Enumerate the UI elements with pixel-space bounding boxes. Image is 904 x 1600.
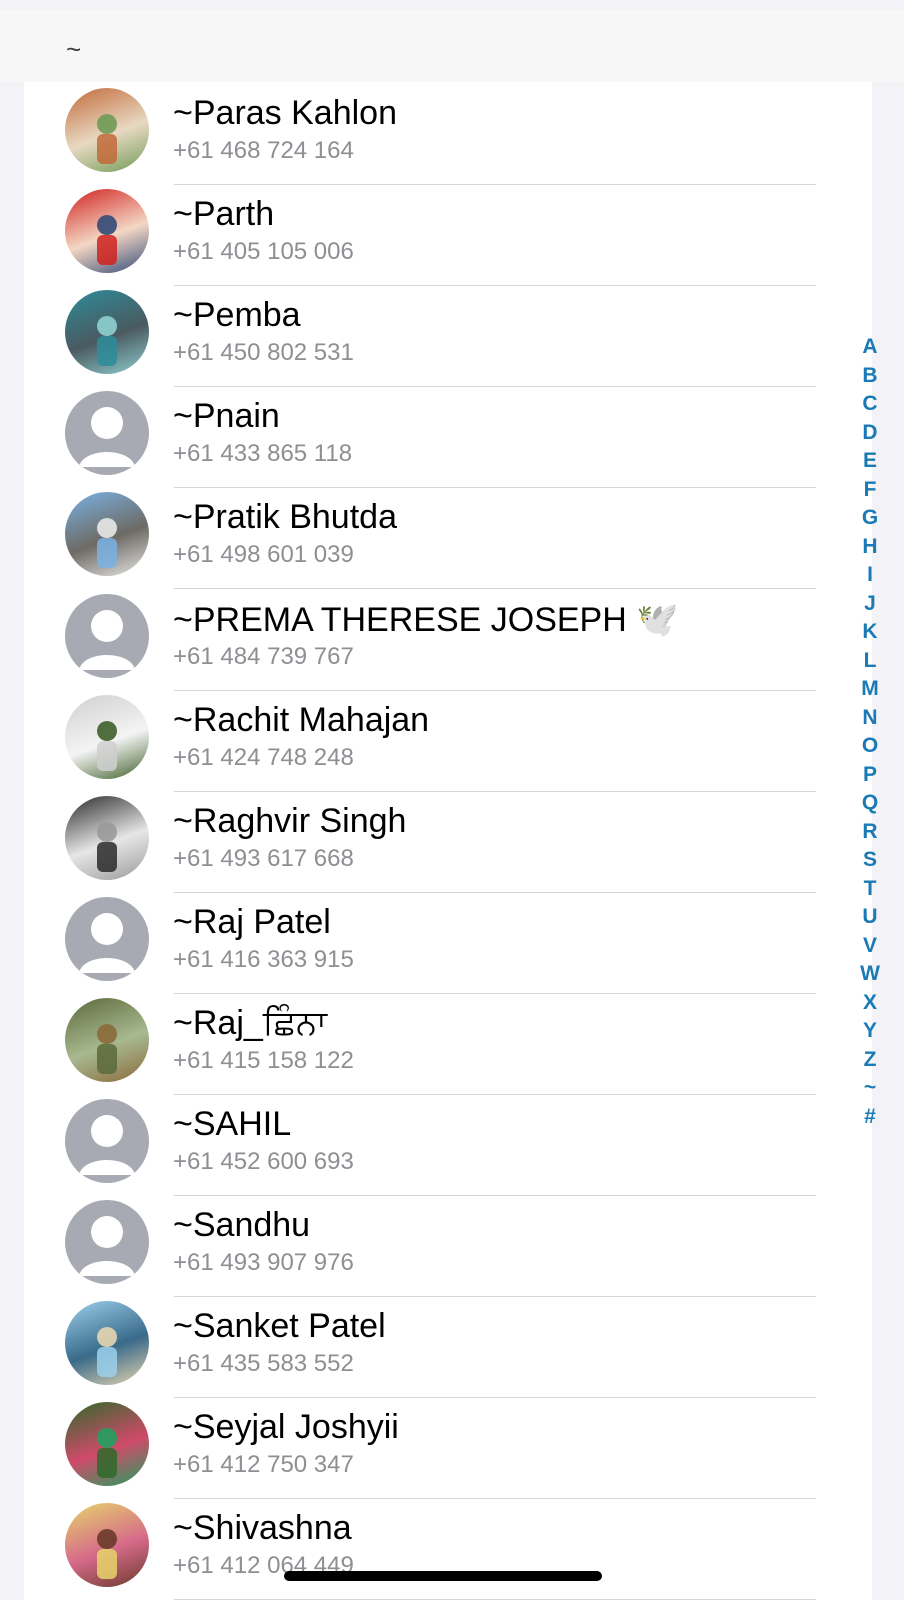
contact-photo bbox=[65, 290, 149, 374]
index-letter[interactable]: Z bbox=[856, 1046, 884, 1075]
contact-phone: +61 493 617 668 bbox=[173, 845, 354, 872]
contact-phone: +61 450 802 531 bbox=[173, 339, 354, 366]
contact-phone: +61 424 748 248 bbox=[173, 744, 354, 771]
contact-row[interactable]: ~Pratik Bhutda +61 498 601 039 bbox=[24, 486, 872, 589]
person-placeholder-icon bbox=[65, 1200, 149, 1284]
index-letter[interactable]: G bbox=[856, 504, 884, 533]
contact-phone: +61 412 750 347 bbox=[173, 1451, 354, 1478]
contact-row[interactable]: ~Parth +61 405 105 006 bbox=[24, 183, 872, 286]
contact-name: ~SAHIL bbox=[173, 1105, 292, 1143]
contact-name: ~Sanket Patel bbox=[173, 1307, 386, 1345]
contact-row[interactable]: ~Pnain +61 433 865 118 bbox=[24, 385, 872, 488]
contact-name: ~Raj Patel bbox=[173, 903, 331, 941]
person-placeholder-icon bbox=[65, 897, 149, 981]
alphabet-index[interactable]: A B C D E F G H I J K L M N O P Q R S T U V W X Y Z ~ # bbox=[856, 333, 884, 1131]
contact-row[interactable]: ~PREMA THERESE JOSEPH 🕊️ +61 484 739 767 bbox=[24, 588, 872, 691]
section-header: ~ bbox=[0, 10, 904, 82]
contact-phone: +61 433 865 118 bbox=[173, 440, 353, 467]
contact-name: ~Pnain bbox=[173, 397, 280, 435]
index-letter[interactable]: Y bbox=[856, 1017, 884, 1046]
contact-name: ~Paras Kahlon bbox=[173, 94, 397, 132]
contact-phone: +61 405 105 006 bbox=[173, 238, 354, 265]
index-letter[interactable]: D bbox=[856, 419, 884, 448]
contact-name: ~Rachit Mahajan bbox=[173, 701, 430, 739]
index-letter[interactable]: R bbox=[856, 818, 884, 847]
contact-name: ~Seyjal Joshyii bbox=[173, 1408, 399, 1446]
index-letter[interactable]: I bbox=[856, 561, 884, 590]
person-placeholder-icon bbox=[65, 391, 149, 475]
index-letter[interactable]: M bbox=[856, 675, 884, 704]
contact-row[interactable]: ~Raj_ਛਿੰਨਾ +61 415 158 122 bbox=[24, 992, 872, 1095]
contact-phone: +61 484 739 767 bbox=[173, 643, 354, 670]
contact-photo bbox=[65, 796, 149, 880]
contact-row[interactable]: ~Raghvir Singh +61 493 617 668 bbox=[24, 790, 872, 893]
index-letter[interactable]: F bbox=[856, 476, 884, 505]
person-placeholder-icon bbox=[65, 594, 149, 678]
contact-name: ~Pemba bbox=[173, 296, 301, 334]
contact-phone: +61 498 601 039 bbox=[173, 541, 354, 568]
index-letter[interactable]: C bbox=[856, 390, 884, 419]
contact-row[interactable]: ~Seyjal Joshyii +61 412 750 347 bbox=[24, 1396, 872, 1499]
contact-phone: +61 452 600 693 bbox=[173, 1148, 354, 1175]
index-letter[interactable]: J bbox=[856, 590, 884, 619]
index-letter[interactable]: N bbox=[856, 704, 884, 733]
contact-row[interactable]: ~Sanket Patel +61 435 583 552 bbox=[24, 1295, 872, 1398]
contact-phone: +61 468 724 164 bbox=[173, 137, 354, 164]
index-letter[interactable]: W bbox=[856, 960, 884, 989]
contact-row[interactable]: ~Shivashna +61 412 064 449 bbox=[24, 1497, 872, 1600]
index-letter[interactable]: U bbox=[856, 903, 884, 932]
contact-row[interactable]: ~Rachit Mahajan +61 424 748 248 bbox=[24, 689, 872, 792]
contact-name: ~Sandhu bbox=[173, 1206, 311, 1244]
index-letter[interactable]: ~ bbox=[856, 1074, 884, 1103]
contact-row[interactable]: ~Sandhu +61 493 907 976 bbox=[24, 1194, 872, 1297]
section-header-title: ~ bbox=[66, 34, 82, 64]
contact-phone: +61 435 583 552 bbox=[173, 1350, 354, 1377]
index-letter[interactable]: L bbox=[856, 647, 884, 676]
home-indicator bbox=[284, 1571, 602, 1581]
contact-photo bbox=[65, 88, 149, 172]
contact-name: ~Shivashna bbox=[173, 1509, 352, 1547]
contact-photo bbox=[65, 1402, 149, 1486]
index-letter[interactable]: # bbox=[856, 1103, 884, 1132]
index-letter[interactable]: O bbox=[856, 732, 884, 761]
contact-photo bbox=[65, 189, 149, 273]
index-letter[interactable]: K bbox=[856, 618, 884, 647]
index-letter[interactable]: V bbox=[856, 932, 884, 961]
contact-row[interactable]: ~Paras Kahlon +61 468 724 164 bbox=[24, 82, 872, 185]
contact-name: ~PREMA THERESE JOSEPH 🕊️ bbox=[173, 601, 679, 639]
contact-row[interactable]: ~Raj Patel +61 416 363 915 bbox=[24, 891, 872, 994]
index-letter[interactable]: P bbox=[856, 761, 884, 790]
contact-photo bbox=[65, 998, 149, 1082]
contact-photo bbox=[65, 492, 149, 576]
index-letter[interactable]: Q bbox=[856, 789, 884, 818]
contact-phone: +61 493 907 976 bbox=[173, 1249, 354, 1276]
index-letter[interactable]: T bbox=[856, 875, 884, 904]
contact-name: ~Parth bbox=[173, 195, 275, 233]
contact-row[interactable]: ~SAHIL +61 452 600 693 bbox=[24, 1093, 872, 1196]
index-letter[interactable]: A bbox=[856, 333, 884, 362]
contact-phone: +61 416 363 915 bbox=[173, 946, 354, 973]
contact-photo bbox=[65, 1301, 149, 1385]
contact-row[interactable]: ~Pemba +61 450 802 531 bbox=[24, 284, 872, 387]
contact-name: ~Raj_ਛਿੰਨਾ bbox=[173, 1004, 328, 1042]
contact-photo bbox=[65, 695, 149, 779]
person-placeholder-icon bbox=[65, 1099, 149, 1183]
contact-photo bbox=[65, 1503, 149, 1587]
contact-name: ~Raghvir Singh bbox=[173, 802, 407, 840]
index-letter[interactable]: H bbox=[856, 533, 884, 562]
index-letter[interactable]: B bbox=[856, 362, 884, 391]
contact-phone: +61 415 158 122 bbox=[173, 1047, 354, 1074]
contact-name: ~Pratik Bhutda bbox=[173, 498, 397, 536]
index-letter[interactable]: S bbox=[856, 846, 884, 875]
index-letter[interactable]: E bbox=[856, 447, 884, 476]
contact-list[interactable]: ~Paras Kahlon +61 468 724 164 ~Parth +61 40… bbox=[24, 82, 872, 1600]
index-letter[interactable]: X bbox=[856, 989, 884, 1018]
